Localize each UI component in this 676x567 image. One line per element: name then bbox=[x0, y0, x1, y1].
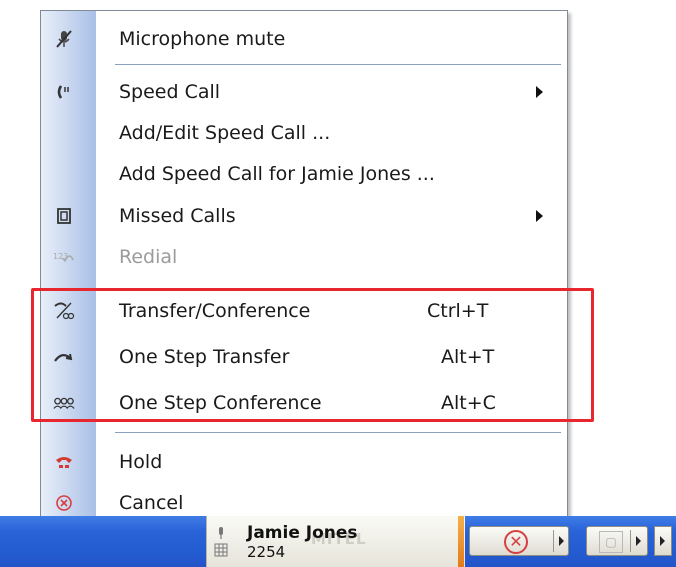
menu-item-speed-call[interactable]: Speed Call bbox=[41, 72, 567, 112]
more-button[interactable] bbox=[654, 526, 672, 556]
menu-item-missed-calls[interactable]: Missed Calls bbox=[41, 196, 567, 236]
speed-call-icon bbox=[53, 81, 75, 103]
keypad-icon bbox=[213, 543, 229, 557]
menu-item-hold[interactable]: Hold bbox=[41, 442, 567, 482]
microphone-mute-icon bbox=[53, 28, 75, 50]
menu-item-redial: 123 Redial bbox=[41, 237, 567, 277]
taskbar-app-button[interactable]: MITEL Jamie Jones 2254 bbox=[206, 516, 465, 567]
hold-icon bbox=[53, 451, 75, 473]
menu-item-label: Speed Call bbox=[119, 81, 221, 103]
menu-item-label: Missed Calls bbox=[119, 205, 236, 227]
taskbar: MITEL Jamie Jones 2254 ✕ ▢ bbox=[0, 516, 676, 567]
menu-item-microphone-mute[interactable]: Microphone mute bbox=[41, 19, 567, 59]
submenu-arrow-icon bbox=[536, 86, 543, 98]
dropdown-arrow-icon[interactable] bbox=[636, 536, 641, 546]
contact-name: Jamie Jones bbox=[247, 523, 358, 543]
dropdown-arrow-icon[interactable] bbox=[559, 536, 564, 546]
microphone-icon bbox=[213, 526, 229, 540]
menu-separator bbox=[115, 432, 561, 434]
menu-item-label: Add/Edit Speed Call ... bbox=[119, 122, 331, 144]
missed-calls-icon bbox=[53, 205, 75, 227]
directory-book-icon: ▢ bbox=[599, 531, 623, 553]
menu-item-label: Hold bbox=[119, 451, 163, 473]
contact-extension: 2254 bbox=[247, 543, 286, 561]
redial-icon: 123 bbox=[53, 246, 75, 268]
button-divider bbox=[630, 530, 631, 552]
submenu-arrow-icon bbox=[536, 210, 543, 222]
menu-item-label: Add Speed Call for Jamie Jones ... bbox=[119, 163, 435, 185]
highlight-box bbox=[31, 288, 594, 422]
menu-item-label: Redial bbox=[119, 246, 178, 268]
button-divider bbox=[553, 530, 554, 552]
cancel-icon bbox=[53, 492, 75, 514]
context-menu: Microphone mute Speed Call Add/Edit Spee… bbox=[40, 10, 568, 522]
cancel-call-button[interactable]: ✕ bbox=[469, 526, 569, 556]
call-status-indicator bbox=[458, 516, 464, 567]
chevron-right-icon bbox=[660, 536, 665, 546]
menu-item-label: Microphone mute bbox=[119, 28, 286, 50]
menu-separator bbox=[115, 64, 561, 66]
menu-item-add-speed-call-contact[interactable]: Add Speed Call for Jamie Jones ... bbox=[41, 154, 567, 194]
menu-item-add-edit-speed-call[interactable]: Add/Edit Speed Call ... bbox=[41, 113, 567, 153]
cancel-icon: ✕ bbox=[504, 530, 528, 554]
directory-button[interactable]: ▢ bbox=[586, 526, 648, 556]
